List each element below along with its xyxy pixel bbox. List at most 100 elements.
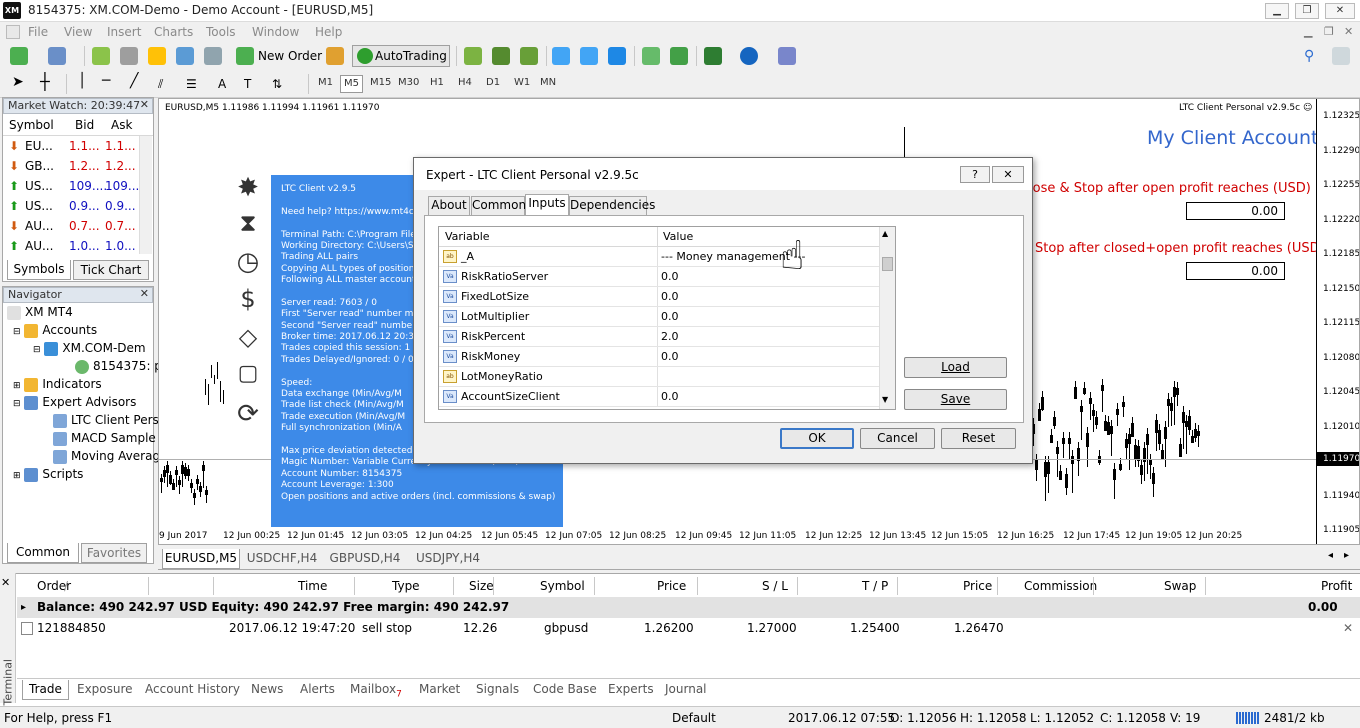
market-watch-row[interactable]: ⬆ US... 109.... 109....	[3, 176, 153, 196]
col-ask[interactable]: Ask	[111, 114, 132, 136]
nav-ea-moving-average[interactable]: Moving Averag	[53, 449, 160, 464]
periods-icon[interactable]	[740, 47, 758, 65]
help-button[interactable]: ?	[960, 166, 990, 183]
cancel-button[interactable]: Cancel	[860, 428, 935, 449]
fibonacci-icon[interactable]: ☰	[186, 77, 197, 91]
tab-usdjpy[interactable]: USDJPY,H4	[408, 549, 488, 569]
input-value[interactable]: 0.0	[661, 347, 679, 366]
child-minimize-icon[interactable]: ▁	[1304, 25, 1312, 38]
candlestick-icon[interactable]	[492, 47, 510, 65]
terminal-col-header[interactable]: /	[64, 575, 68, 597]
terminal-tab-account-history[interactable]: Account History	[145, 680, 240, 700]
tf-m30[interactable]: M30	[398, 77, 419, 88]
input-row[interactable]: ab LotMoneyRatio	[439, 367, 879, 387]
nav-scripts[interactable]: ⊞ Scripts	[13, 467, 83, 482]
balance-toggle-icon[interactable]: ▸	[21, 597, 26, 618]
terminal-col-header[interactable]: Time	[298, 575, 327, 597]
terminal-tab-exposure[interactable]: Exposure	[77, 680, 133, 700]
horizontal-line-icon[interactable]: ─	[102, 73, 110, 89]
chart-shift-icon[interactable]	[642, 47, 660, 65]
new-order-icon[interactable]	[236, 47, 254, 65]
tf-m5[interactable]: M5	[340, 75, 363, 93]
terminal-tab-trade[interactable]: Trade	[22, 680, 69, 700]
terminal-col-header[interactable]: S / L	[762, 575, 788, 597]
crosshair-icon[interactable]: ┼	[40, 72, 50, 91]
terminal-col-header[interactable]: Symbol	[540, 575, 585, 597]
terminal-col-header[interactable]: Swap	[1164, 575, 1196, 597]
menu-help[interactable]: Help	[315, 25, 342, 39]
tab-gbpusd[interactable]: GBPUSD,H4	[324, 549, 406, 569]
market-watch-close-icon[interactable]: ✕	[140, 98, 149, 112]
balance-row[interactable]: ▸ Balance: 490 242.97 USD Equity: 490 24…	[17, 597, 1360, 618]
market-watch-row[interactable]: ⬇ EU... 1.1... 1.1...	[3, 136, 153, 156]
input-value[interactable]: 0.0	[661, 287, 679, 306]
terminal-icon[interactable]	[176, 47, 194, 65]
terminal-col-header[interactable]: Price	[657, 575, 686, 597]
col-bid[interactable]: Bid	[75, 114, 94, 136]
line-chart-icon[interactable]	[520, 47, 538, 65]
terminal-tab-code-base[interactable]: Code Base	[533, 680, 597, 700]
terminal-col-header[interactable]: Type	[392, 575, 420, 597]
tab-favorites[interactable]: Favorites	[81, 543, 147, 563]
tf-mn[interactable]: MN	[540, 77, 556, 88]
cursor-icon[interactable]: ➤	[12, 74, 24, 90]
profit-input-2[interactable]: 0.00	[1186, 262, 1285, 280]
menu-insert[interactable]: Insert	[107, 25, 141, 39]
scroll-thumb[interactable]	[882, 257, 893, 271]
tf-h1[interactable]: H1	[430, 77, 444, 88]
input-row[interactable]: Va RiskPercent 2.0	[439, 327, 879, 347]
input-row[interactable]: Va RiskMoney 0.0	[439, 347, 879, 367]
tab-dependencies[interactable]: Dependencies	[569, 196, 655, 215]
navigator-close-icon[interactable]: ✕	[140, 287, 149, 301]
equidistant-channel-icon[interactable]: ⫽	[158, 77, 163, 92]
metaeditor-icon[interactable]	[326, 47, 344, 65]
scroll-up-icon[interactable]: ▲	[882, 229, 888, 238]
load-button[interactable]: Load	[904, 357, 1007, 378]
tab-common[interactable]: Common	[7, 543, 79, 563]
new-order-button[interactable]: New Order	[258, 49, 322, 63]
terminal-col-header[interactable]: Commission	[1024, 575, 1097, 597]
text-label-icon[interactable]: T	[244, 77, 251, 91]
input-row[interactable]: Va LotMultiplier 0.0	[439, 307, 879, 327]
col-symbol[interactable]: Symbol	[9, 114, 54, 136]
menu-window[interactable]: Window	[252, 25, 299, 39]
text-tool-icon[interactable]: A	[218, 77, 226, 91]
bar-chart-icon[interactable]	[464, 47, 482, 65]
terminal-col-header[interactable]: T / P	[862, 575, 888, 597]
nav-accounts[interactable]: ⊟ Accounts	[13, 323, 97, 338]
input-value[interactable]: 0.0	[661, 307, 679, 326]
child-restore-icon[interactable]: ❐	[1324, 25, 1334, 38]
tf-w1[interactable]: W1	[514, 77, 530, 88]
ok-button[interactable]: OK	[780, 428, 854, 449]
dialog-close-button[interactable]: ✕	[992, 166, 1024, 183]
terminal-col-header[interactable]: Price	[963, 575, 992, 597]
child-close-icon[interactable]: ✕	[1344, 25, 1353, 38]
maximize-icon[interactable]: ❐	[1295, 3, 1319, 19]
tab-scroll-right-icon[interactable]: ▸	[1344, 550, 1349, 561]
new-chart-icon[interactable]	[10, 47, 28, 65]
terminal-col-header[interactable]: Size	[469, 575, 494, 597]
vertical-line-icon[interactable]: │	[78, 73, 86, 89]
terminal-tab-alerts[interactable]: Alerts	[300, 680, 335, 700]
nav-indicators[interactable]: ⊞ Indicators	[13, 377, 102, 392]
menu-view[interactable]: View	[64, 25, 92, 39]
market-watch-row[interactable]: ⬇ GB... 1.2... 1.2...	[3, 156, 153, 176]
terminal-tab-experts[interactable]: Experts	[608, 680, 654, 700]
input-value[interactable]: 2.0	[661, 327, 679, 346]
market-watch-row[interactable]: ⬆ US... 0.9... 0.9...	[3, 196, 153, 216]
zoom-out-icon[interactable]	[580, 47, 598, 65]
indicators-icon[interactable]	[704, 47, 722, 65]
close-icon[interactable]: ✕	[1325, 3, 1355, 19]
tester-icon[interactable]	[204, 47, 222, 65]
market-watch-row[interactable]: ⬇ AU... 0.7... 0.7...	[3, 216, 153, 236]
terminal-close-icon[interactable]: ✕	[1, 576, 10, 589]
nav-ea-ltc[interactable]: LTC Client Pers	[53, 413, 159, 428]
market-watch-row[interactable]: ⬆ AU... 1.0... 1.0...	[3, 236, 153, 256]
nav-server[interactable]: ⊟ XM.COM-Dem	[33, 341, 146, 356]
col-value[interactable]: Value	[663, 227, 693, 247]
menu-file[interactable]: File	[28, 25, 48, 39]
tab-symbols[interactable]: Symbols	[7, 260, 71, 280]
menu-tools[interactable]: Tools	[206, 25, 236, 39]
nav-expert-advisors[interactable]: ⊟ Expert Advisors	[13, 395, 136, 410]
navigator-icon[interactable]	[120, 47, 138, 65]
